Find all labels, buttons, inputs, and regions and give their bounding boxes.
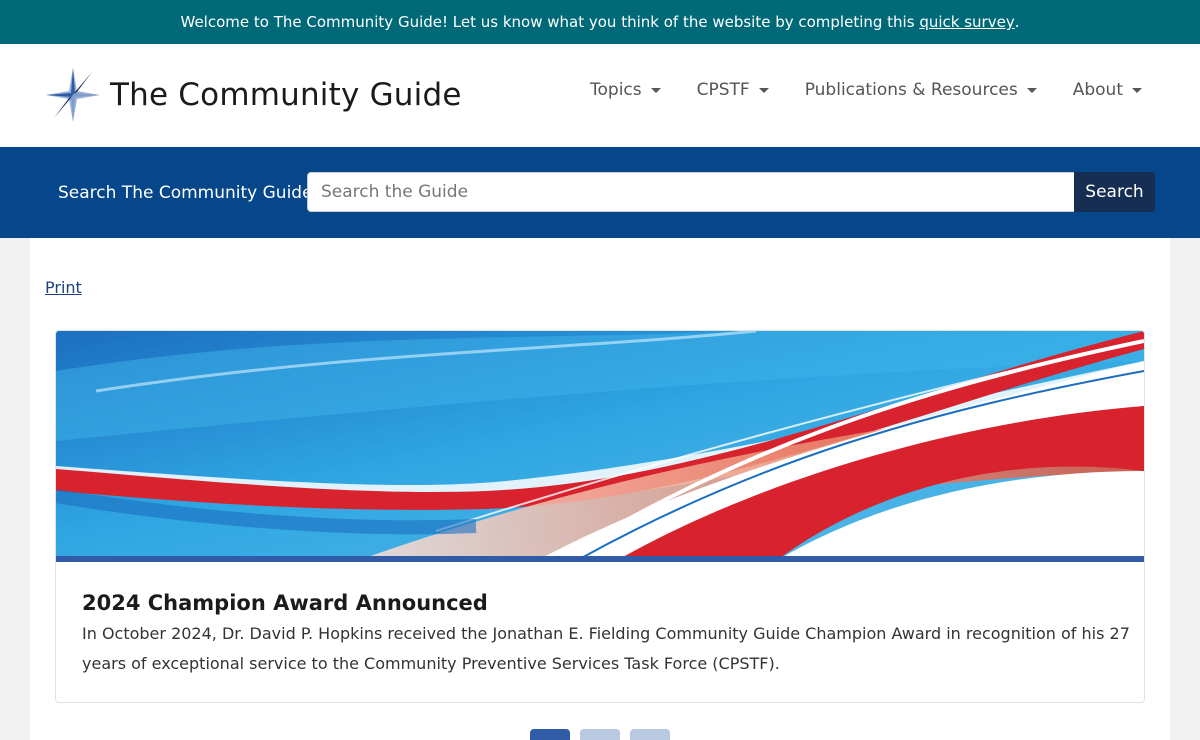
banner-suffix: . xyxy=(1014,13,1020,31)
nav-label: About xyxy=(1072,80,1123,100)
nav-about[interactable]: About xyxy=(1073,80,1142,100)
search-input[interactable] xyxy=(307,172,1075,212)
survey-banner: Welcome to The Community Guide! Let us k… xyxy=(0,0,1200,44)
nav-label: CPSTF xyxy=(696,80,750,100)
caret-down-icon xyxy=(1132,87,1142,93)
carousel-indicator-3[interactable] xyxy=(630,729,670,740)
carousel-indicators xyxy=(530,729,670,740)
hero-banner-image xyxy=(56,331,1144,561)
main-nav: Topics CPSTF Publications & Resources Ab… xyxy=(590,80,1142,100)
nav-label: Publications & Resources xyxy=(804,80,1018,100)
site-logo[interactable]: The Community Guide xyxy=(44,66,462,124)
news-carousel-card[interactable]: 2024 Champion Award Announced In October… xyxy=(55,330,1145,703)
search-section: Search The Community Guide Search xyxy=(0,147,1200,238)
nav-topics[interactable]: Topics xyxy=(590,80,661,100)
print-link[interactable]: Print xyxy=(45,278,82,297)
search-button[interactable]: Search xyxy=(1074,172,1155,212)
nav-cpstf[interactable]: CPSTF xyxy=(697,80,769,100)
site-title: The Community Guide xyxy=(110,77,462,113)
carousel-indicator-1[interactable] xyxy=(530,729,570,740)
card-text: In October 2024, Dr. David P. Hopkins re… xyxy=(82,624,1130,673)
hero-divider xyxy=(56,556,1144,562)
nav-label: Topics xyxy=(590,80,642,100)
main-content: Print 2024 Champion Award Announced In O… xyxy=(30,238,1170,740)
search-label: Search The Community Guide xyxy=(58,183,313,203)
site-header: The Community Guide Topics CPSTF Publica… xyxy=(0,44,1200,147)
carousel-indicator-2[interactable] xyxy=(580,729,620,740)
card-title: 2024 Champion Award Announced xyxy=(82,591,488,615)
compass-star-icon xyxy=(46,68,100,122)
banner-text: Welcome to The Community Guide! Let us k… xyxy=(180,13,915,31)
nav-publications-resources[interactable]: Publications & Resources xyxy=(805,80,1037,100)
caret-down-icon xyxy=(1026,87,1037,93)
quick-survey-link[interactable]: quick survey xyxy=(919,13,1014,31)
caret-down-icon xyxy=(650,87,661,93)
caret-down-icon xyxy=(758,87,769,93)
